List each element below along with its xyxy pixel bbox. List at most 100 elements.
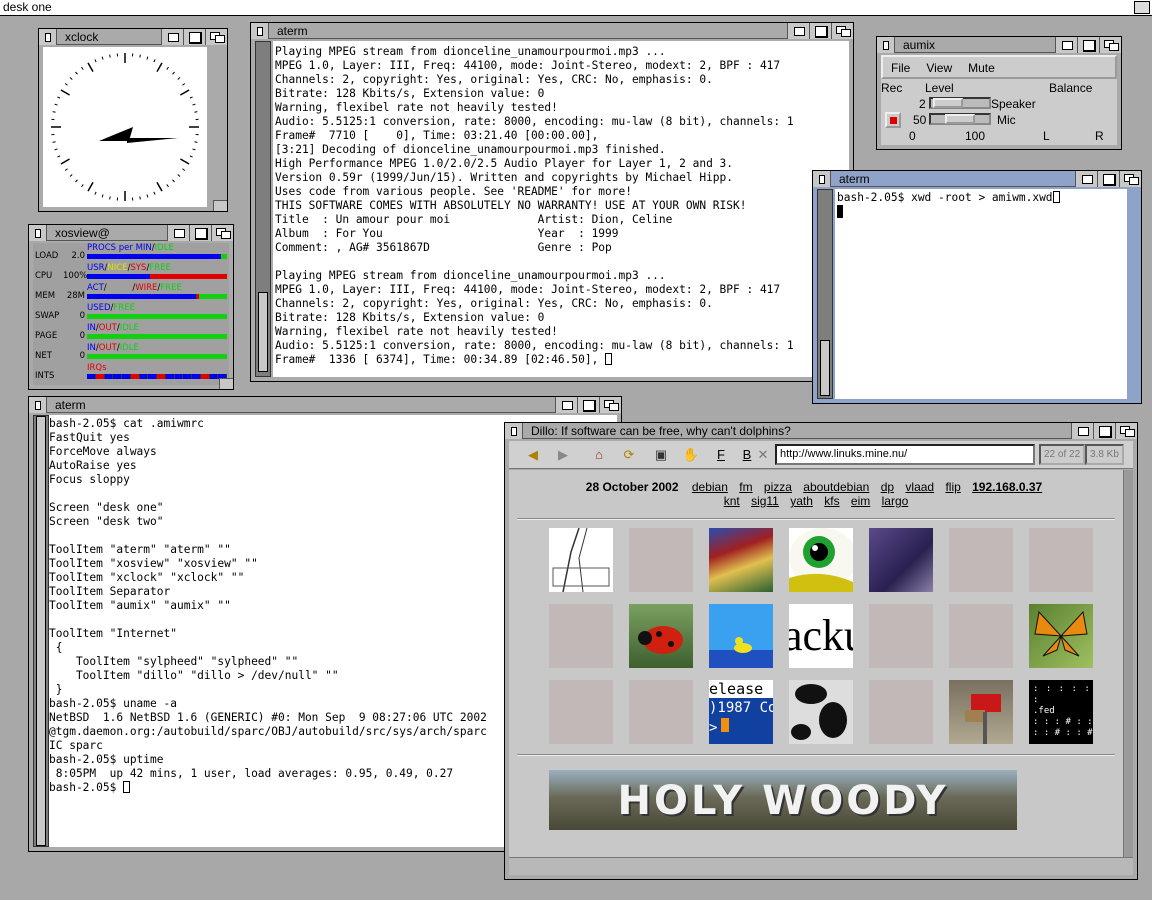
aterm-mpg123-window[interactable]: aterm Playing MPEG stream from dioncelin… [250,22,854,382]
thumb-blank[interactable] [629,528,693,592]
scrollbar[interactable] [255,41,271,377]
aumix-titlebar[interactable]: aumix [877,37,1121,53]
iconify-icon[interactable] [1075,171,1097,187]
depth-icon[interactable] [211,225,233,241]
link-aboutdebian[interactable]: aboutdebian [803,480,869,494]
iconify-icon[interactable] [555,397,577,413]
save-icon[interactable]: ▣ [647,444,675,466]
thumb-blank[interactable] [949,528,1013,592]
zoom-icon[interactable] [183,29,205,45]
thumb-mailbox[interactable] [949,680,1013,744]
iconify-icon[interactable] [1071,423,1093,439]
mic-record-button[interactable] [885,112,901,128]
aterm-titlebar[interactable]: aterm [813,171,1141,187]
zoom-icon[interactable] [1077,37,1099,53]
stop-icon[interactable]: ✋ [677,444,705,466]
thumb-eye[interactable] [789,528,853,592]
terminal-output[interactable]: Playing MPEG stream from dionceline_unam… [273,41,849,377]
page-viewport[interactable]: 28 October 2002 debian fm pizza aboutdeb… [509,470,1123,857]
link-flip[interactable]: flip [945,480,960,494]
aterm-titlebar[interactable]: aterm [29,397,621,413]
link-sig11[interactable]: sig11 [751,494,779,508]
aumix-window[interactable]: aumix File View Mute Rec Level Balance 2… [876,36,1122,150]
dillo-titlebar[interactable]: Dillo: If software can be free, why can'… [505,423,1137,439]
thumb-blank[interactable] [549,680,613,744]
terminal-output[interactable]: bash-2.05$ xwd -root > amiwm.xwd [835,189,1127,399]
thumb-butterfly[interactable] [1029,604,1093,668]
scrollbar-knob[interactable] [258,292,268,372]
zoom-icon[interactable] [809,23,831,39]
zoom-icon[interactable] [1093,423,1115,439]
xosview-window[interactable]: xosview@ LOAD 2.0 PROCS per MIN/IDLE CPU 100… [28,224,234,390]
screen-depth-gadget[interactable] [1134,1,1150,14]
close-icon[interactable] [29,225,47,241]
thumb-blank[interactable] [869,604,933,668]
xclock-window[interactable]: xclock [38,28,228,212]
iconify-icon[interactable] [1055,37,1077,53]
thumb-terminal[interactable]: : : : : : : .fed : : : # : : : : # : : # [1029,680,1093,744]
reload-icon[interactable]: ⟳ [615,444,643,466]
link-kfs[interactable]: kfs [824,494,839,508]
close-icon[interactable] [505,423,523,439]
clear-url-icon[interactable]: ✕ [755,444,771,466]
link-knt[interactable]: knt [724,494,740,508]
forward-icon[interactable]: ▶ [549,444,577,466]
zoom-icon[interactable] [1097,171,1119,187]
depth-icon[interactable] [1099,37,1121,53]
page-scrollbar[interactable] [1123,470,1133,857]
iconify-icon[interactable] [167,225,189,241]
dillo-window[interactable]: Dillo: If software can be free, why can'… [504,422,1138,880]
xosview-titlebar[interactable]: xosview@ [29,225,233,241]
thumb-sparc[interactable] [869,528,933,592]
thumb-release[interactable]: elease 2 )1987 Co > [709,680,773,744]
depth-icon[interactable] [1115,423,1137,439]
speaker-slider[interactable] [929,97,991,109]
scrollbar-knob[interactable] [820,340,830,396]
close-icon[interactable] [813,171,831,187]
scrollbar-knob[interactable] [36,416,46,846]
link-dp[interactable]: dp [881,480,894,494]
depth-icon[interactable] [205,29,227,45]
resize-gadget[interactable] [219,378,233,389]
thumb-cowhide[interactable] [789,680,853,744]
close-icon[interactable] [251,23,269,39]
aterm-titlebar[interactable]: aterm [251,23,853,39]
depth-icon[interactable] [831,23,853,39]
resize-gadget[interactable] [213,200,227,211]
thumb-cartoon[interactable] [709,528,773,592]
close-icon[interactable] [29,397,47,413]
link-ip[interactable]: 192.168.0.37 [972,480,1042,494]
iconify-icon[interactable] [787,23,809,39]
menu-file[interactable]: File [883,57,918,77]
link-pizza[interactable]: pizza [764,480,792,494]
fullscreen-toggle[interactable]: F [707,444,735,466]
thumb-blank[interactable] [949,604,1013,668]
iconify-icon[interactable] [161,29,183,45]
link-fm[interactable]: fm [739,480,752,494]
link-vlaad[interactable]: vlaad [905,480,934,494]
thumb-ladybug[interactable] [629,604,693,668]
menu-view[interactable]: View [918,57,960,77]
thumb-blank[interactable] [549,604,613,668]
thumb-blank[interactable] [629,680,693,744]
thumb-blank[interactable] [1029,528,1093,592]
scrollbar[interactable] [33,415,49,847]
close-icon[interactable] [39,29,57,45]
scrollbar[interactable] [817,189,833,399]
close-icon[interactable] [877,37,895,53]
zoom-icon[interactable] [189,225,211,241]
menu-mute[interactable]: Mute [960,57,1003,77]
depth-icon[interactable] [1119,171,1141,187]
link-largo[interactable]: largo [882,494,909,508]
link-yath[interactable]: yath [790,494,813,508]
thumb-blank[interactable] [869,680,933,744]
thumb-ackuuu[interactable]: acku [789,604,853,668]
link-debian[interactable]: debian [692,480,728,494]
url-input[interactable]: http://www.linuks.mine.nu/ [775,444,1035,465]
home-icon[interactable]: ⌂ [585,444,613,466]
aterm-xwd-window[interactable]: aterm bash-2.05$ xwd -root > amiwm.xwd [812,170,1142,404]
mic-slider[interactable] [929,113,991,125]
depth-icon[interactable] [599,397,621,413]
link-eim[interactable]: eim [851,494,870,508]
back-icon[interactable]: ◀ [519,444,547,466]
